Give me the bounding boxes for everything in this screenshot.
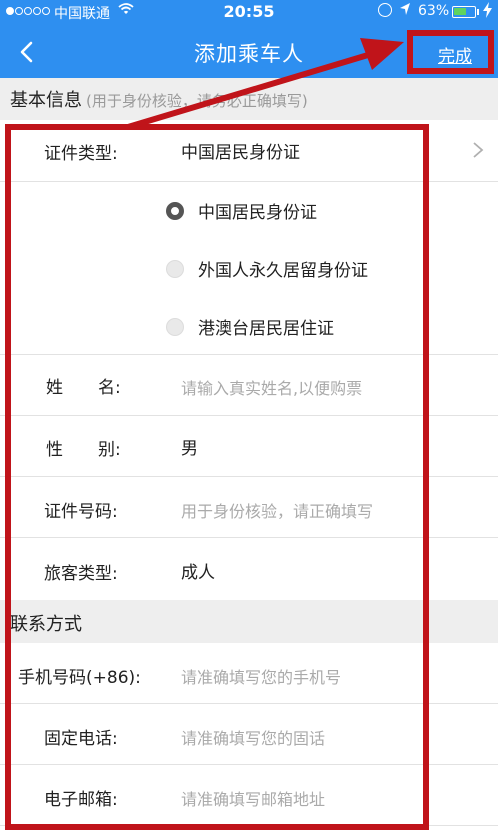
passenger-type-row[interactable]: 旅客类型: 成人: [0, 538, 498, 600]
section-basic-info: 基本信息 (用于身份核验，请务必正确填写): [0, 78, 498, 120]
section-title: 联系方式: [10, 614, 82, 635]
radio-unselected-icon: [166, 318, 184, 336]
battery-icon: [452, 6, 476, 18]
id-type-value: 中国居民身份证: [181, 143, 300, 163]
radio-unselected-icon: [166, 260, 184, 278]
option-label: 中国居民身份证: [198, 203, 317, 223]
passenger-type-value: 成人: [181, 563, 215, 583]
option-label: 港澳台居民居住证: [198, 319, 334, 339]
name-label-a: 姓: [46, 378, 63, 398]
id-type-option[interactable]: 港澳台居民居住证: [0, 298, 498, 356]
gender-label-a: 性: [46, 440, 63, 460]
section-contact: 联系方式: [0, 600, 498, 643]
location-arrow-icon: [400, 3, 410, 15]
battery-tip: [477, 9, 479, 15]
landline-row: 固定电话: 请准确填写您的固话: [0, 704, 498, 765]
email-row: 电子邮箱: 请准确填写邮箱地址: [0, 765, 498, 826]
name-input[interactable]: 请输入真实姓名,以便购票: [181, 375, 362, 399]
battery-level: [454, 8, 466, 15]
id-type-options: 中国居民身份证 外国人永久居留身份证 港澳台居民居住证: [0, 182, 498, 355]
mobile-label: 手机号码(+86):: [18, 668, 141, 688]
email-input[interactable]: 请准确填写邮箱地址: [181, 786, 325, 810]
done-button[interactable]: 完成: [438, 42, 472, 67]
radio-selected-icon: [166, 202, 184, 220]
email-label: 电子邮箱:: [44, 790, 118, 810]
id-number-row: 证件号码: 用于身份核验，请正确填写: [0, 477, 498, 538]
id-type-label: 证件类型:: [44, 144, 118, 164]
section-title: 基本信息 (用于身份核验，请务必正确填写): [10, 90, 308, 111]
gender-row[interactable]: 性 别: 男: [0, 416, 498, 477]
passenger-type-label: 旅客类型:: [44, 564, 118, 584]
nav-bar: 添加乘车人 完成: [0, 26, 498, 78]
battery-percentage: 63%: [418, 3, 450, 19]
chevron-right-icon: [473, 142, 484, 158]
name-row: 姓 名: 请输入真实姓名,以便购票: [0, 355, 498, 416]
id-number-label: 证件号码:: [44, 502, 118, 522]
header: 中国联通 20:55 63% 添加乘车人 完成: [0, 0, 498, 78]
landline-input[interactable]: 请准确填写您的固话: [181, 725, 325, 749]
status-bar: 中国联通 20:55 63%: [0, 0, 498, 26]
id-type-row[interactable]: 证件类型: 中国居民身份证: [0, 120, 498, 182]
gender-label-b: 别:: [98, 440, 121, 460]
name-label-b: 名:: [98, 378, 121, 398]
section-note: (用于身份核验，请务必正确填写): [86, 92, 308, 110]
landline-label: 固定电话:: [44, 729, 118, 749]
gender-value: 男: [181, 439, 198, 459]
id-number-input[interactable]: 用于身份核验，请正确填写: [181, 498, 373, 522]
id-type-option[interactable]: 中国居民身份证: [0, 182, 498, 240]
rotation-lock-icon: [378, 3, 392, 17]
charging-bolt-icon: [483, 2, 492, 18]
mobile-row: 手机号码(+86): 请准确填写您的手机号: [0, 643, 498, 704]
page-title: 添加乘车人: [194, 42, 304, 66]
mobile-input[interactable]: 请准确填写您的手机号: [181, 664, 341, 688]
id-type-option[interactable]: 外国人永久居留身份证: [0, 240, 498, 298]
option-label: 外国人永久居留身份证: [198, 261, 368, 281]
